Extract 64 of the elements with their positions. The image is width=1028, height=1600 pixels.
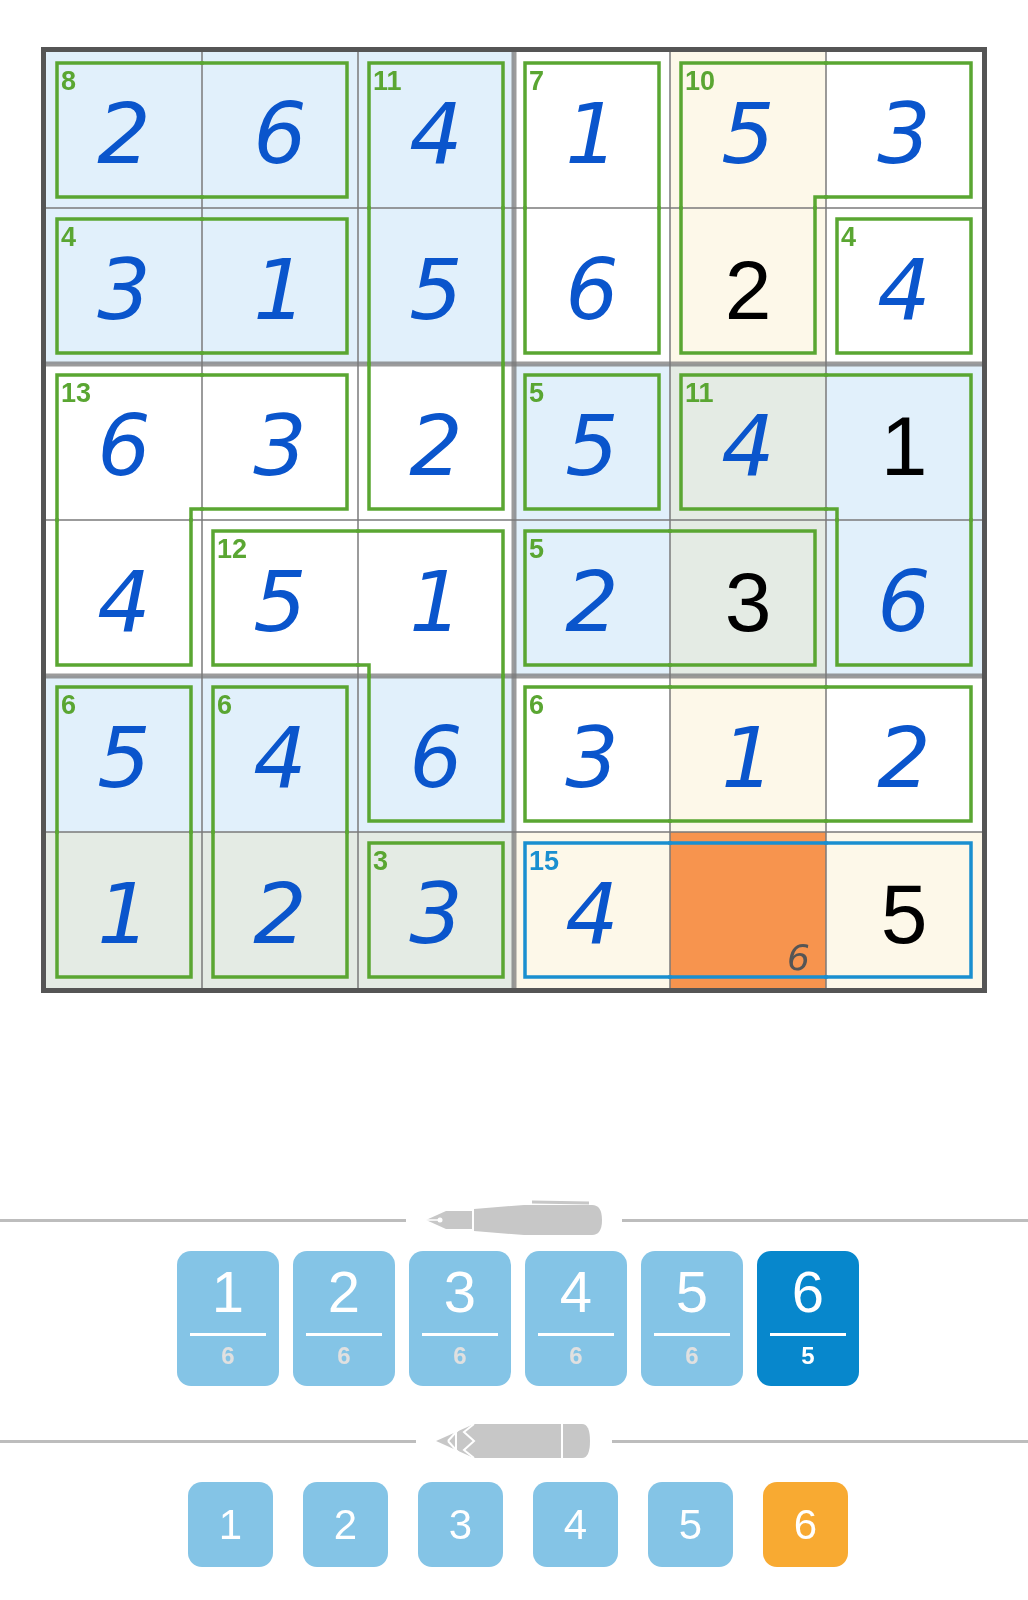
entered-digit: 3 bbox=[97, 248, 151, 332]
entered-digit: 2 bbox=[97, 92, 151, 176]
cage-sum: 4 bbox=[61, 224, 77, 251]
entered-digit: 4 bbox=[721, 404, 775, 488]
entered-digit: 1 bbox=[97, 872, 151, 956]
grid-cell[interactable]: 2 bbox=[202, 832, 358, 988]
cage-sum: 6 bbox=[217, 692, 233, 719]
given-digit: 3 bbox=[724, 560, 772, 644]
entered-digit: 4 bbox=[97, 560, 151, 644]
cage-sum: 12 bbox=[217, 536, 248, 563]
entered-digit: 1 bbox=[721, 716, 775, 800]
entered-digit: 3 bbox=[409, 872, 463, 956]
cage-sum: 3 bbox=[373, 848, 389, 875]
entered-digit: 1 bbox=[253, 248, 307, 332]
given-digit: 1 bbox=[880, 404, 928, 488]
entered-digit: 6 bbox=[877, 560, 931, 644]
grid-cell[interactable]: 1 bbox=[46, 832, 202, 988]
cage-sum: 15 bbox=[529, 848, 560, 875]
entered-digit: 5 bbox=[409, 248, 463, 332]
entered-digit: 1 bbox=[409, 560, 463, 644]
grid-cell[interactable]: 6 bbox=[670, 832, 826, 988]
entered-digit: 6 bbox=[565, 248, 619, 332]
entered-digit: 4 bbox=[409, 92, 463, 176]
entered-digit: 3 bbox=[565, 716, 619, 800]
entered-digit: 2 bbox=[877, 716, 931, 800]
entered-digit: 6 bbox=[97, 404, 151, 488]
entered-digit: 6 bbox=[253, 92, 307, 176]
grid-cell[interactable]: 6 5 bbox=[46, 676, 202, 832]
entered-digit: 5 bbox=[253, 560, 307, 644]
cage-sum: 11 bbox=[685, 380, 714, 407]
entered-digit: 3 bbox=[877, 92, 931, 176]
grid-cell[interactable]: 1 bbox=[826, 364, 982, 520]
grid-cell[interactable]: 6 bbox=[202, 52, 358, 208]
entered-digit: 4 bbox=[253, 716, 307, 800]
grid-cell[interactable]: 8 2 bbox=[46, 52, 202, 208]
grid-cell[interactable]: 5 bbox=[358, 208, 514, 364]
entered-digit: 2 bbox=[253, 872, 307, 956]
cage-sum: 6 bbox=[61, 692, 77, 719]
cage-sum: 5 bbox=[529, 536, 545, 563]
entered-digit: 5 bbox=[565, 404, 619, 488]
entered-digit: 4 bbox=[565, 872, 619, 956]
cage-sum: 13 bbox=[61, 380, 92, 407]
given-digit: 5 bbox=[880, 872, 928, 956]
cage-sum: 10 bbox=[685, 68, 716, 95]
cage-sum: 7 bbox=[529, 68, 545, 95]
entered-digit: 6 bbox=[409, 716, 463, 800]
entered-digit: 3 bbox=[253, 404, 307, 488]
cage-sum: 11 bbox=[373, 68, 402, 95]
cage-sum: 4 bbox=[841, 224, 857, 251]
entered-digit: 2 bbox=[565, 560, 619, 644]
entered-digit: 5 bbox=[97, 716, 151, 800]
entered-digit: 5 bbox=[721, 92, 775, 176]
pencil-mark: 6 bbox=[787, 940, 810, 976]
given-digit: 2 bbox=[724, 248, 772, 332]
grid-cell[interactable]: 4 3 bbox=[46, 208, 202, 364]
grid-cell[interactable]: 1 bbox=[670, 676, 826, 832]
cage-sum: 5 bbox=[529, 380, 545, 407]
cage-sum: 6 bbox=[529, 692, 545, 719]
grid-cell[interactable]: 5 bbox=[826, 832, 982, 988]
entered-digit: 1 bbox=[565, 92, 619, 176]
cage-sum: 8 bbox=[61, 68, 77, 95]
digit-button[interactable]: 6 5 bbox=[757, 1251, 859, 1386]
entered-digit: 4 bbox=[877, 248, 931, 332]
entered-digit: 2 bbox=[409, 404, 463, 488]
